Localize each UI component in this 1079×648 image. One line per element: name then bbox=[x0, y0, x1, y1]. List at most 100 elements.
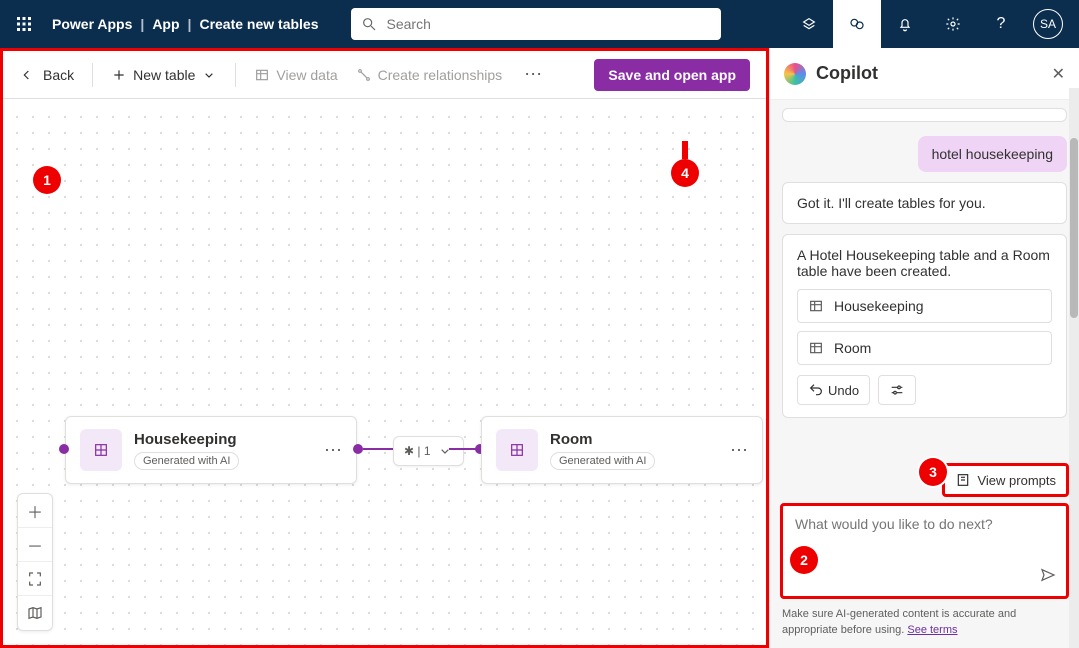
arrow-left-icon bbox=[19, 67, 35, 83]
bell-icon bbox=[897, 16, 913, 32]
breadcrumb-app-name[interactable]: Power Apps bbox=[52, 16, 132, 32]
copilot-icon bbox=[849, 16, 865, 32]
global-header: Power Apps | App | Create new tables ? S… bbox=[0, 0, 1079, 48]
suggested-table-label: Housekeeping bbox=[834, 298, 924, 314]
map-icon bbox=[27, 605, 43, 621]
copilot-toggle-button[interactable] bbox=[833, 0, 881, 48]
environment-icon bbox=[801, 16, 817, 32]
create-relationships-button[interactable]: Create relationships bbox=[356, 67, 503, 83]
send-icon bbox=[1040, 567, 1056, 583]
send-button[interactable] bbox=[1040, 567, 1056, 588]
breadcrumb-sep: | bbox=[140, 16, 144, 32]
ai-generated-badge: Generated with AI bbox=[550, 452, 655, 470]
toolbar-overflow-button[interactable]: ⋯ bbox=[520, 64, 546, 85]
create-relationships-label: Create relationships bbox=[378, 67, 503, 83]
breadcrumb-app[interactable]: App bbox=[152, 16, 179, 32]
notifications-button[interactable] bbox=[881, 0, 929, 48]
chevron-down-icon bbox=[437, 443, 453, 459]
table-designer-canvas-region: Back New table View data Create relation… bbox=[0, 48, 769, 648]
gear-icon bbox=[945, 16, 961, 32]
new-table-label: New table bbox=[133, 67, 195, 83]
chevron-down-icon bbox=[201, 67, 217, 83]
prompt-book-icon bbox=[955, 472, 971, 488]
relationship-icon bbox=[356, 67, 372, 83]
undo-label: Undo bbox=[828, 383, 859, 398]
toolbar-divider bbox=[235, 63, 236, 87]
chat-user-message: hotel housekeeping bbox=[918, 136, 1067, 172]
copilot-chat-thread: hotel housekeeping Got it. I'll create t… bbox=[770, 100, 1079, 459]
global-search[interactable] bbox=[351, 8, 721, 40]
search-input[interactable] bbox=[385, 15, 711, 33]
toolbar-divider bbox=[92, 63, 93, 87]
undo-icon bbox=[808, 382, 824, 398]
ai-generated-badge: Generated with AI bbox=[134, 452, 239, 470]
table-card-menu-button[interactable]: ⋯ bbox=[306, 440, 342, 461]
sliders-icon bbox=[889, 382, 905, 398]
grid-icon bbox=[509, 442, 525, 458]
table-icon bbox=[808, 298, 824, 314]
suggested-table-chip[interactable]: Housekeeping bbox=[797, 289, 1052, 323]
copilot-title: Copilot bbox=[816, 63, 878, 84]
copilot-scrollbar[interactable] bbox=[1069, 88, 1079, 648]
zoom-in-button[interactable]: ＋ bbox=[18, 494, 52, 528]
annotation-badge-1: 1 bbox=[33, 166, 61, 194]
chat-ai-message: A Hotel Housekeeping table and a Room ta… bbox=[782, 234, 1067, 418]
search-icon bbox=[361, 16, 377, 32]
back-button[interactable]: Back bbox=[19, 67, 74, 83]
chat-ai-message: Got it. I'll create tables for you. bbox=[782, 182, 1067, 224]
undo-button[interactable]: Undo bbox=[797, 375, 870, 405]
relationship-edge bbox=[363, 448, 393, 450]
help-icon: ? bbox=[997, 15, 1006, 33]
save-and-open-app-button[interactable]: Save and open app bbox=[594, 59, 750, 91]
connection-port[interactable] bbox=[353, 444, 363, 454]
table-card-title: Room bbox=[550, 431, 655, 448]
connection-port[interactable] bbox=[59, 444, 69, 454]
adjust-button[interactable] bbox=[878, 375, 916, 405]
annotation-badge-4: 4 bbox=[671, 159, 699, 187]
view-data-button[interactable]: View data bbox=[254, 67, 337, 83]
relationship-cardinality-pill[interactable]: ✱ | 1 bbox=[393, 436, 464, 466]
grid-icon bbox=[93, 442, 109, 458]
table-card-icon bbox=[80, 429, 122, 471]
previous-message-edge bbox=[782, 108, 1067, 122]
table-card-housekeeping[interactable]: Housekeeping Generated with AI ⋯ bbox=[65, 416, 357, 484]
table-icon bbox=[808, 340, 824, 356]
copilot-logo-icon bbox=[784, 63, 806, 85]
canvas-zoom-controls: ＋ － bbox=[17, 493, 53, 631]
annotation-badge-2: 2 bbox=[790, 546, 818, 574]
copilot-pane: Copilot ✕ hotel housekeeping Got it. I'l… bbox=[769, 48, 1079, 648]
help-button[interactable]: ? bbox=[977, 0, 1025, 48]
table-card-title: Housekeeping bbox=[134, 431, 239, 448]
table-card-menu-button[interactable]: ⋯ bbox=[712, 440, 748, 461]
new-table-button[interactable]: New table bbox=[111, 67, 217, 83]
zoom-out-button[interactable]: － bbox=[18, 528, 52, 562]
minimap-button[interactable] bbox=[18, 596, 52, 630]
copilot-scrollbar-thumb[interactable] bbox=[1070, 138, 1078, 318]
relationship-label: ✱ | 1 bbox=[404, 444, 431, 458]
back-label: Back bbox=[43, 67, 74, 83]
canvas-surface[interactable] bbox=[3, 103, 766, 645]
table-card-body: Housekeeping Generated with AI bbox=[134, 431, 239, 470]
copilot-close-button[interactable]: ✕ bbox=[1052, 64, 1065, 84]
app-launcher-button[interactable] bbox=[8, 8, 40, 40]
view-prompts-label: View prompts bbox=[977, 473, 1056, 488]
breadcrumb: Power Apps | App | Create new tables bbox=[52, 16, 319, 32]
copilot-input[interactable] bbox=[793, 514, 1056, 562]
main-layout: Back New table View data Create relation… bbox=[0, 48, 1079, 648]
fit-to-screen-button[interactable] bbox=[18, 562, 52, 596]
table-icon bbox=[254, 67, 270, 83]
environment-button[interactable] bbox=[785, 0, 833, 48]
view-prompts-button[interactable]: View prompts bbox=[942, 463, 1069, 497]
see-terms-link[interactable]: See terms bbox=[907, 624, 957, 636]
settings-button[interactable] bbox=[929, 0, 977, 48]
table-card-icon bbox=[496, 429, 538, 471]
header-actions: ? SA bbox=[785, 0, 1071, 48]
disclaimer-text: Make sure AI-generated content is accura… bbox=[782, 608, 1016, 635]
fit-icon bbox=[27, 571, 43, 587]
suggested-table-chip[interactable]: Room bbox=[797, 331, 1052, 365]
user-avatar[interactable]: SA bbox=[1033, 9, 1063, 39]
suggested-table-label: Room bbox=[834, 340, 871, 356]
breadcrumb-sep: | bbox=[188, 16, 192, 32]
breadcrumb-page: Create new tables bbox=[199, 16, 318, 32]
table-card-room[interactable]: Room Generated with AI ⋯ bbox=[481, 416, 763, 484]
